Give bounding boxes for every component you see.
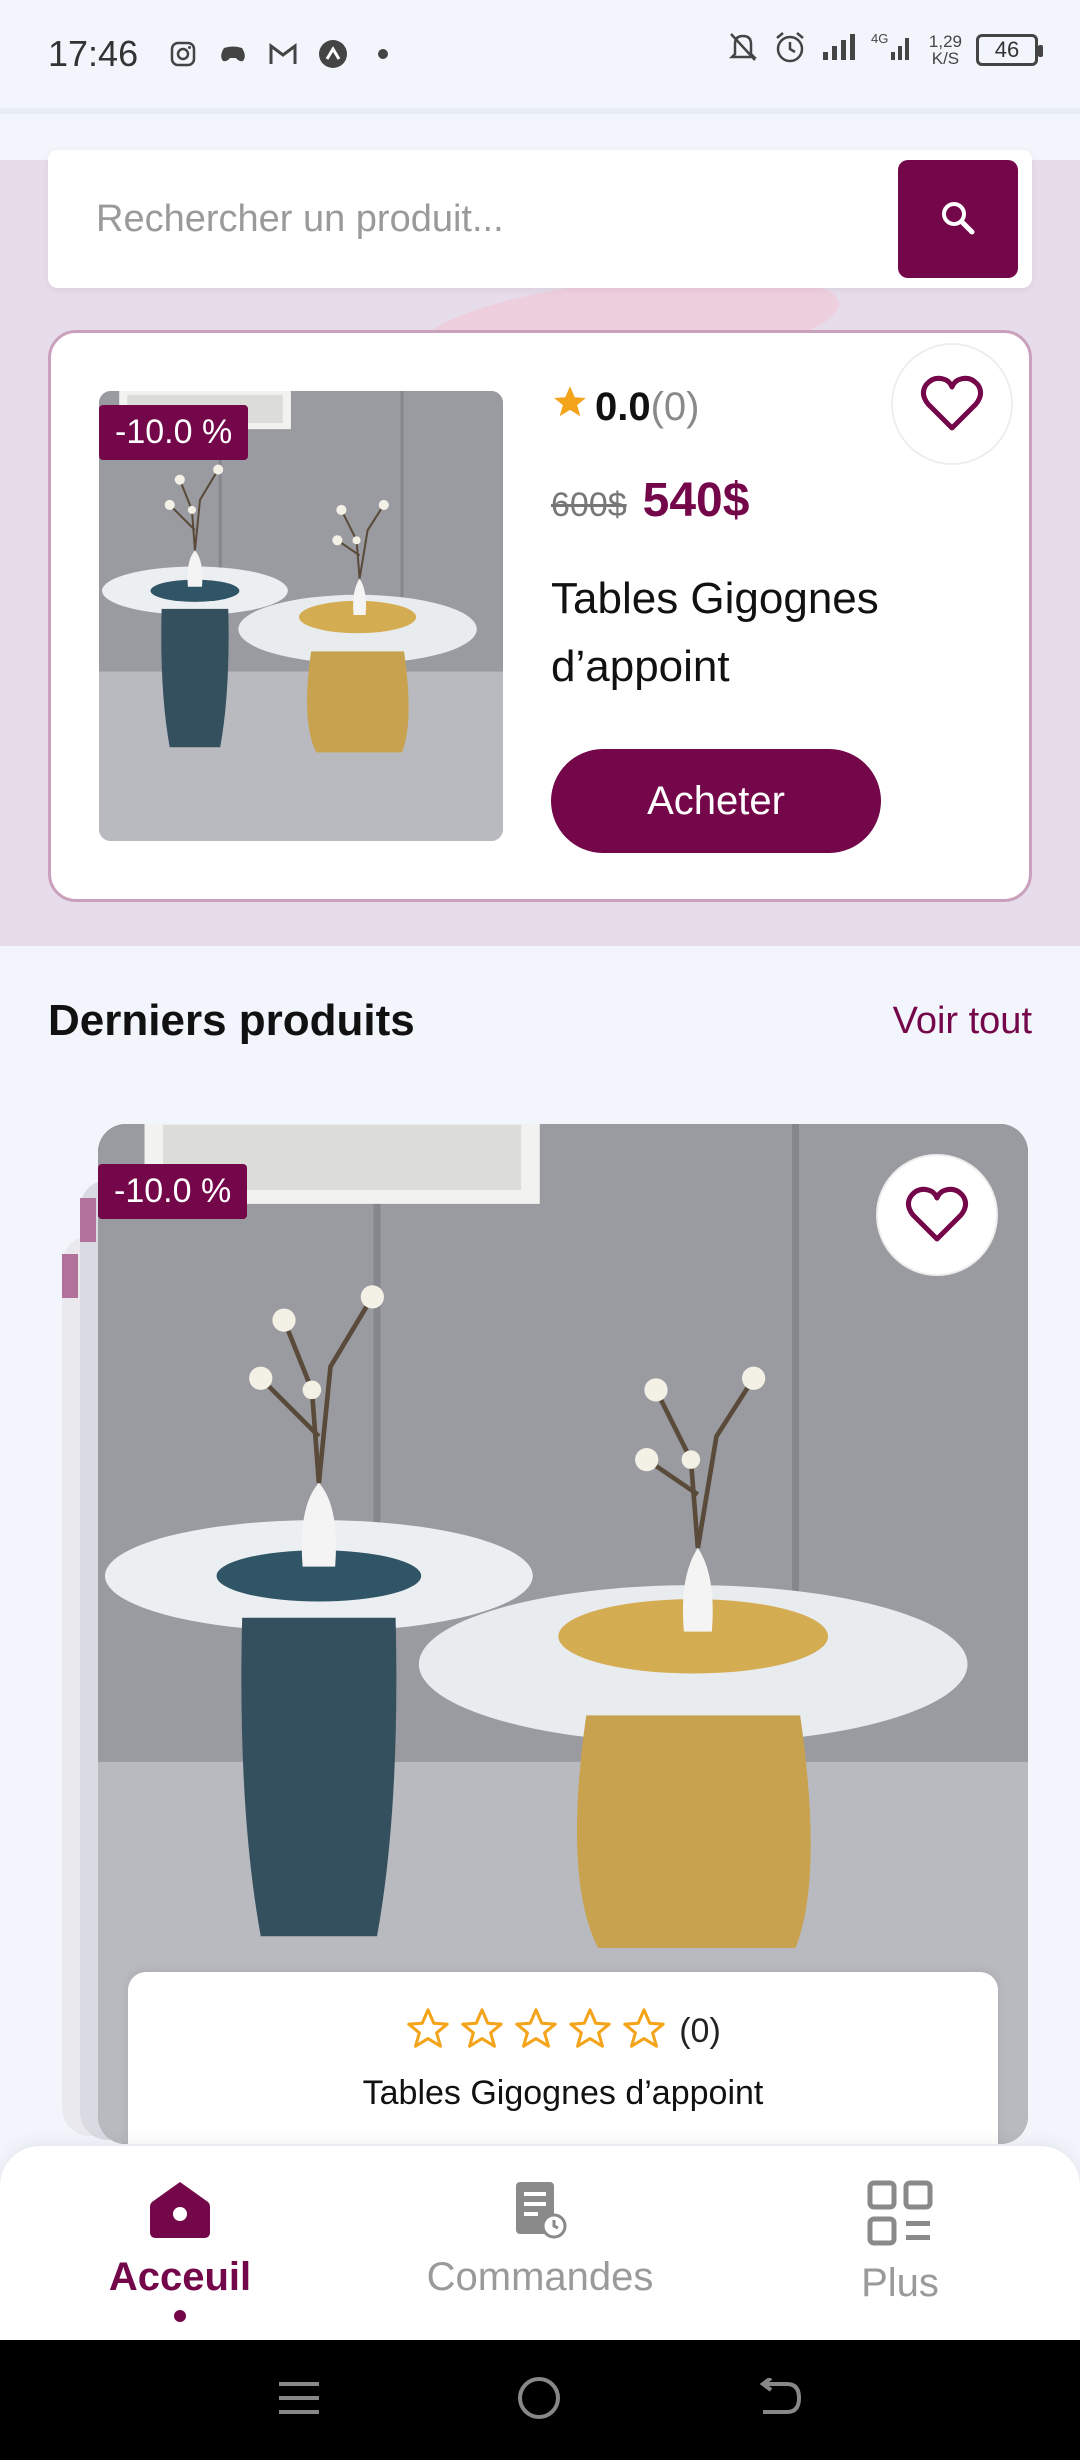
grid-icon (867, 2180, 933, 2251)
nav-item-more[interactable]: Plus (750, 2180, 1050, 2306)
search-icon (938, 198, 978, 241)
game-icon (216, 37, 250, 71)
latest-products-header: Derniers produits Voir tout (48, 996, 1032, 1046)
alarm-icon (773, 30, 807, 69)
discount-badge: -10.0 % (98, 1164, 248, 1219)
see-all-link[interactable]: Voir tout (893, 1000, 1032, 1043)
product-info-panel: (0) Tables Gigognes d’appoint (128, 1972, 998, 2144)
nav-item-orders[interactable]: Commandes (390, 2180, 690, 2300)
system-navigation-bar (0, 2340, 1080, 2460)
product-card[interactable]: -10.0 % (0) Tables Gigognes d’appoint (98, 1124, 1028, 2144)
signal-icon (821, 32, 857, 67)
nav-label: Acceuil (108, 2255, 252, 2299)
network-speed-unit: K/S (931, 48, 960, 68)
home-icon (148, 2180, 212, 2245)
rating-value: 0.0 (595, 384, 651, 429)
app-icon (316, 37, 350, 71)
heart-icon (920, 374, 984, 435)
bottom-navigation: Acceuil Commandes Plus (0, 2146, 1080, 2340)
search-input[interactable] (96, 150, 916, 288)
heart-icon (905, 1185, 969, 1246)
promo-product-title[interactable]: Tables Gigognes d’appoint (551, 565, 991, 701)
dot-icon (366, 37, 400, 71)
star-rating: (0) (128, 2006, 998, 2057)
star-outline-icon (459, 2006, 505, 2057)
header-divider (0, 108, 1080, 114)
network-speed: 1,29 K/S (929, 33, 962, 67)
4g-signal-icon: 4G (871, 30, 915, 69)
favorite-button[interactable] (893, 345, 1011, 463)
status-time: 17:46 (48, 33, 139, 74)
mute-icon (727, 30, 759, 69)
star-outline-icon (405, 2006, 451, 2057)
discount-badge-edge (80, 1198, 96, 1242)
discount-badge: -10.0 % (99, 405, 249, 460)
section-title: Derniers produits (48, 996, 415, 1045)
star-outline-icon (621, 2006, 667, 2057)
search-bar (48, 150, 1032, 288)
search-button[interactable] (898, 160, 1018, 278)
nav-item-home[interactable]: Acceuil (30, 2180, 330, 2322)
svg-text:4G: 4G (871, 31, 888, 46)
nav-label: Commandes (426, 2255, 654, 2299)
menu-icon[interactable] (277, 2378, 321, 2423)
rating-count: (0) (650, 384, 700, 429)
back-icon[interactable] (757, 2375, 803, 2423)
instagram-icon (166, 37, 200, 71)
product-name[interactable]: Tables Gigognes d’appoint (128, 2074, 998, 2113)
new-price: 540$ (642, 474, 750, 527)
star-icon (551, 383, 589, 431)
rating-count: (0) (679, 2012, 721, 2050)
nav-label: Plus (861, 2261, 939, 2305)
old-price: 600$ (551, 486, 627, 524)
active-indicator (174, 2310, 186, 2322)
discount-badge-edge (62, 1254, 78, 1298)
favorite-button[interactable] (878, 1156, 996, 1274)
buy-button[interactable]: Acheter (551, 749, 881, 853)
star-outline-icon (513, 2006, 559, 2057)
promo-product-card[interactable]: -10.0 % 0.0 (0) 600$ 540$ Tables Gigogne… (48, 330, 1032, 902)
rating-row: 0.0 (0) (551, 383, 700, 431)
orders-icon (512, 2180, 568, 2245)
star-outline-icon (567, 2006, 613, 2057)
battery-indicator: 46 (976, 33, 1043, 66)
gmail-icon (266, 37, 300, 71)
status-bar: 17:46 4G 1,29 K/S 46 (0, 0, 1080, 108)
price-row: 600$ 540$ (551, 473, 749, 528)
home-circle-icon[interactable] (516, 2375, 562, 2426)
